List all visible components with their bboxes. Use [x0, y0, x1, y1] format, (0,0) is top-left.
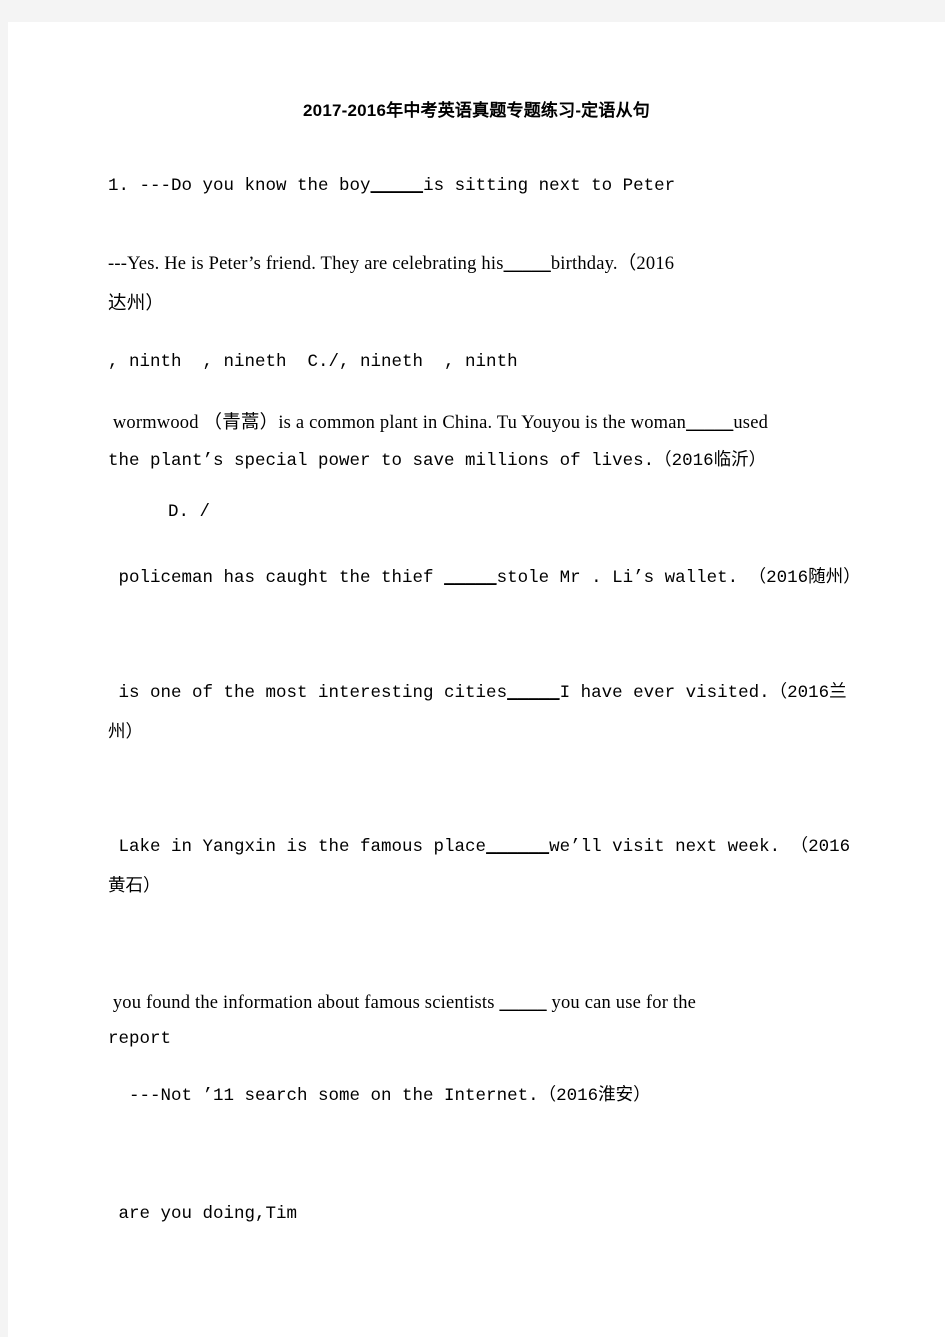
question-1-blank-1: _____	[370, 176, 424, 196]
question-5-blank: ______	[486, 837, 550, 857]
question-4-stem-tail: I have ever visited.（2016兰	[559, 683, 847, 703]
question-5-source: 黄石）	[108, 877, 161, 897]
question-1-options: , ninth , nineth C./, nineth , ninth	[108, 352, 518, 372]
question-2-option-d: D. /	[168, 502, 211, 522]
question-3-blank: _____	[444, 568, 497, 588]
question-2-line-2: the plant’s special power to save millio…	[108, 451, 767, 471]
question-2-stem-tail: used	[733, 413, 769, 433]
question-6-stem-head: you found the information about famous s…	[108, 993, 500, 1013]
question-6-stem-tail: you can use for the	[546, 993, 697, 1013]
question-1-source: 达州）	[108, 294, 165, 314]
page-title: 2017-2016年中考英语真题专题练习-定语从句	[303, 101, 650, 120]
question-1-stem: 1. ---Do you know the boy	[108, 176, 371, 196]
question-4-blank: _____	[507, 683, 560, 703]
question-7-line-1: are you doing,Tim	[108, 1204, 298, 1224]
question-2-blank: _____	[686, 413, 734, 433]
question-4-line-1: is one of the most interesting cities___…	[108, 683, 847, 703]
document-body: 2017-2016年中考英语真题专题练习-定语从句 1. ---Do you k…	[8, 22, 945, 1337]
question-5-stem-tail: we’ll visit next week. （2016	[549, 837, 851, 857]
question-6-line-3: ---Not ’11 search some on the Internet.（…	[108, 1086, 651, 1106]
question-1-line-2: ---Yes. He is Peter’s friend. They are c…	[108, 254, 674, 274]
question-6-line-1: you found the information about famous s…	[108, 993, 696, 1013]
page-sheet: 2017-2016年中考英语真题专题练习-定语从句 1. ---Do you k…	[8, 22, 945, 1337]
question-4-stem-head: is one of the most interesting cities	[108, 683, 508, 703]
question-1-blank-2: _____	[503, 254, 551, 274]
question-2-line-1: wormwood （青蒿）is a common plant in China.…	[108, 413, 768, 433]
question-1-answer-tail: birthday.（2016	[550, 254, 675, 274]
question-3-line-1: policeman has caught the thief _____stol…	[108, 568, 861, 588]
question-1-line-1: 1. ---Do you know the boy_____is sitting…	[108, 176, 676, 196]
question-5-stem-head: Lake in Yangxin is the famous place	[108, 837, 487, 857]
question-3-stem-head: policeman has caught the thief	[108, 568, 445, 588]
question-3-stem-tail: stole Mr . Li’s wallet. （2016随州）	[496, 568, 861, 588]
question-6-line-2: report	[108, 1029, 172, 1049]
question-1-stem-tail: is sitting next to Peter	[423, 176, 676, 196]
question-4-source: 州）	[108, 723, 143, 743]
question-5-line-1: Lake in Yangxin is the famous place_____…	[108, 837, 851, 857]
question-2-stem-head: wormwood （青蒿）is a common plant in China.…	[108, 413, 687, 433]
question-1-answer-head: ---Yes. He is Peter’s friend. They are c…	[108, 254, 504, 274]
question-6-blank: _____	[499, 993, 547, 1013]
